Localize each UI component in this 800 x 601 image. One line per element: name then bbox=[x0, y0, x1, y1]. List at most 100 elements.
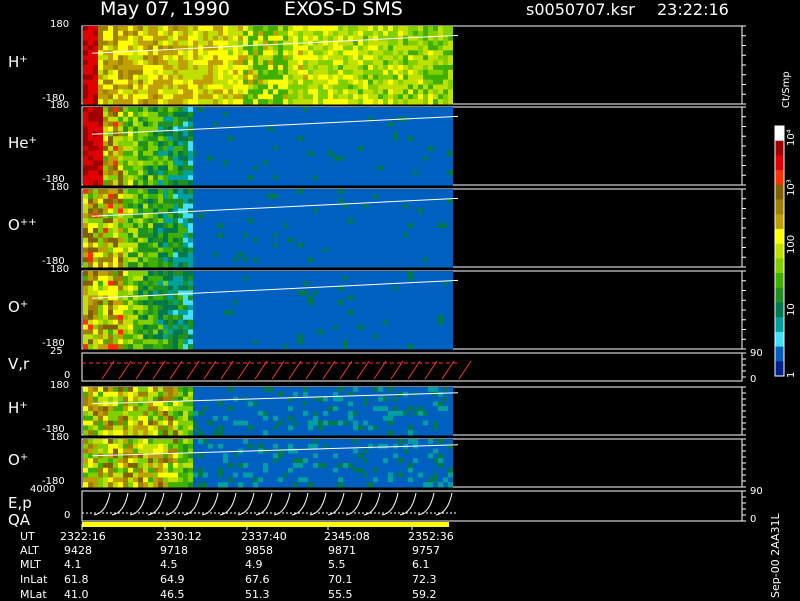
heatmap-cell bbox=[123, 252, 128, 257]
heatmap-cell bbox=[253, 276, 258, 281]
heatmap-cell bbox=[378, 170, 383, 175]
heatmap-cell bbox=[348, 233, 353, 238]
heatmap-cell bbox=[128, 425, 133, 430]
heatmap-cell bbox=[338, 310, 343, 315]
heatmap-cell bbox=[93, 243, 98, 248]
heatmap-cell bbox=[338, 151, 343, 156]
heatmap-cell bbox=[228, 41, 233, 46]
heatmap-cell bbox=[218, 344, 223, 349]
heatmap-cell bbox=[263, 50, 268, 55]
heatmap-cell bbox=[403, 204, 408, 209]
heatmap-cell bbox=[308, 218, 313, 223]
heatmap-cell bbox=[433, 80, 438, 85]
heatmap-cell bbox=[83, 170, 88, 175]
heatmap-cell bbox=[363, 161, 368, 166]
heatmap-cell bbox=[248, 70, 253, 75]
heatmap-cell bbox=[343, 330, 348, 335]
heatmap-cell bbox=[223, 315, 228, 320]
heatmap-cell bbox=[448, 281, 453, 286]
heatmap-cell bbox=[98, 406, 103, 411]
heatmap-cell bbox=[418, 151, 423, 156]
heatmap-cell bbox=[308, 146, 313, 151]
heatmap-cell bbox=[138, 189, 143, 194]
heatmap-cell bbox=[388, 233, 393, 238]
heatmap-cell bbox=[218, 107, 223, 112]
heatmap-cell bbox=[358, 89, 363, 94]
heatmap-cell bbox=[358, 46, 363, 51]
heatmap-cell bbox=[153, 233, 158, 238]
heatmap-cell bbox=[258, 310, 263, 315]
heatmap-cell bbox=[98, 117, 103, 122]
heatmap-cell bbox=[388, 131, 393, 136]
heatmap-cell bbox=[348, 131, 353, 136]
heatmap-cell bbox=[233, 233, 238, 238]
heatmap-cell bbox=[143, 421, 148, 426]
heatmap-cell bbox=[133, 392, 138, 397]
heatmap-cell bbox=[133, 180, 138, 185]
heatmap-cell bbox=[198, 204, 203, 209]
heatmap-cell bbox=[103, 218, 108, 223]
heatmap-cell bbox=[383, 75, 388, 80]
heatmap-cell bbox=[83, 41, 88, 46]
heatmap-cell bbox=[358, 218, 363, 223]
heatmap-cell bbox=[153, 248, 158, 253]
heatmap-cell bbox=[253, 339, 258, 344]
heatmap-cell bbox=[268, 94, 273, 99]
heatmap-cell bbox=[298, 194, 303, 199]
heatmap-cell bbox=[133, 89, 138, 94]
heatmap-cell bbox=[268, 46, 273, 51]
heatmap-cell bbox=[433, 151, 438, 156]
heatmap-cell bbox=[158, 262, 163, 267]
heatmap-cell bbox=[143, 281, 148, 286]
heatmap-cell bbox=[148, 55, 153, 60]
heatmap-cell bbox=[253, 194, 258, 199]
heatmap-cell bbox=[163, 406, 168, 411]
heatmap-cell bbox=[88, 107, 93, 112]
heatmap-cell bbox=[178, 146, 183, 151]
heatmap-cell bbox=[148, 156, 153, 161]
heatmap-cell bbox=[273, 85, 278, 90]
heatmap-cell bbox=[373, 204, 378, 209]
heatmap-cell bbox=[443, 26, 448, 31]
heatmap-cell bbox=[118, 411, 123, 416]
heatmap-cell bbox=[348, 291, 353, 296]
heatmap-cell bbox=[158, 175, 163, 180]
heatmap-cell bbox=[88, 430, 93, 435]
heatmap-cell bbox=[258, 156, 263, 161]
heatmap-cell bbox=[88, 262, 93, 267]
heatmap-cell bbox=[173, 320, 178, 325]
heatmap-cell bbox=[118, 281, 123, 286]
heatmap-cell bbox=[98, 199, 103, 204]
heatmap-cell bbox=[178, 252, 183, 257]
heatmap-cell bbox=[313, 339, 318, 344]
heatmap-cell bbox=[323, 50, 328, 55]
heatmap-cell bbox=[118, 339, 123, 344]
heatmap-cell bbox=[178, 271, 183, 276]
heatmap-cell bbox=[443, 189, 448, 194]
heatmap-cell bbox=[428, 315, 433, 320]
heatmap-cell bbox=[318, 213, 323, 218]
heatmap-cell bbox=[238, 238, 243, 243]
heatmap-cell bbox=[148, 85, 153, 90]
heatmap-cell bbox=[218, 151, 223, 156]
heatmap-cell bbox=[318, 170, 323, 175]
heatmap-cell bbox=[223, 204, 228, 209]
heatmap-cell bbox=[218, 238, 223, 243]
heatmap-cell bbox=[288, 310, 293, 315]
heatmap-cell bbox=[248, 305, 253, 310]
heatmap-cell bbox=[308, 94, 313, 99]
heatmap-cell bbox=[428, 166, 433, 171]
heatmap-cell bbox=[263, 107, 268, 112]
heatmap-cell bbox=[288, 70, 293, 75]
heatmap-cell bbox=[393, 146, 398, 151]
heatmap-cell bbox=[243, 50, 248, 55]
heatmap-cell bbox=[283, 156, 288, 161]
heatmap-cell bbox=[393, 141, 398, 146]
heatmap-cell bbox=[378, 300, 383, 305]
heatmap-cell bbox=[213, 252, 218, 257]
heatmap-cell bbox=[168, 89, 173, 94]
heatmap-cell bbox=[168, 325, 173, 330]
heatmap-cell bbox=[398, 320, 403, 325]
heatmap-cell bbox=[308, 99, 313, 104]
heatmap-cell bbox=[408, 26, 413, 31]
